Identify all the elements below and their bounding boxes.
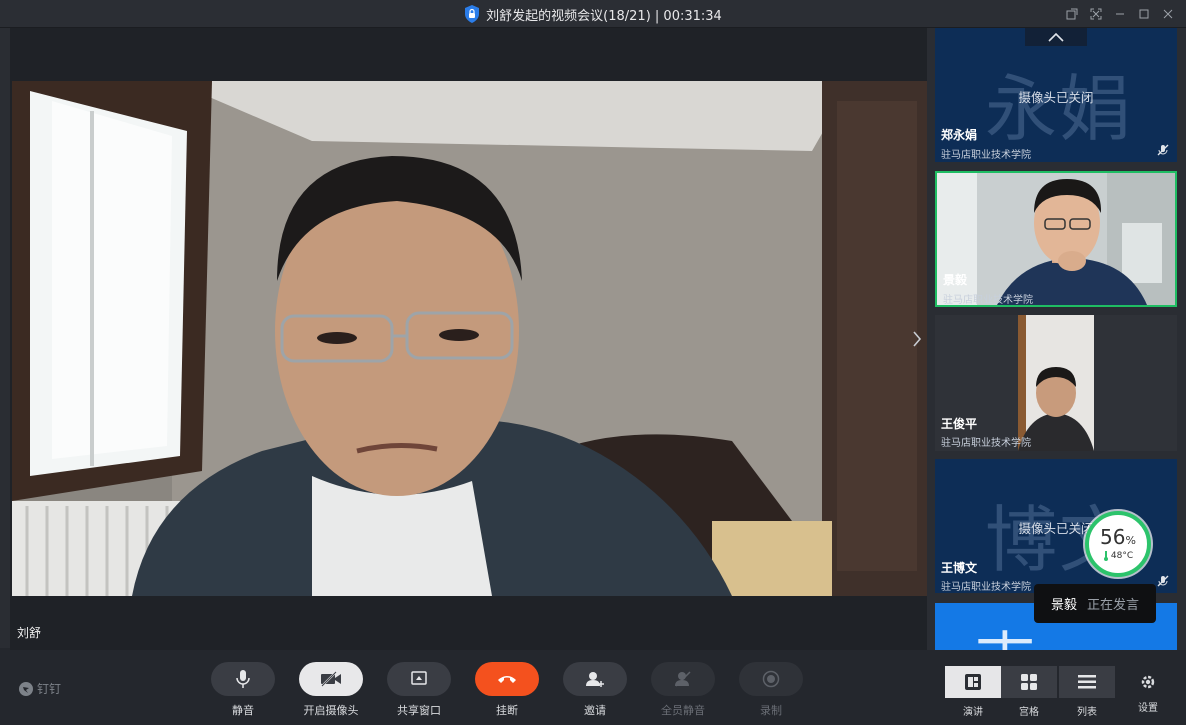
grid-view-label: 宫格 [1019, 707, 1039, 718]
close-icon [1163, 9, 1173, 19]
mute-label: 静音 [232, 704, 254, 717]
title-bar: 刘舒发起的视频会议(18/21) | 00:31:34 [0, 0, 1186, 28]
speaker-view-box[interactable] [945, 666, 1001, 698]
share-window-button[interactable]: 共享窗口 [387, 662, 451, 718]
window-controls [1062, 4, 1178, 24]
participant-org: 驻马店职业技术学院 [941, 582, 1031, 593]
main-video-feed[interactable] [12, 81, 927, 596]
minimize-button[interactable] [1110, 4, 1130, 24]
mute-all-pill[interactable] [651, 662, 715, 696]
speaker-view-button[interactable]: 演讲 [945, 666, 1001, 718]
window-title: 刘舒发起的视频会议(18/21) | 00:31:34 [486, 8, 722, 24]
cpu-percent: 56% [1100, 525, 1136, 549]
share-screen-icon [411, 671, 427, 685]
grid-layout-icon [1021, 674, 1037, 690]
brand-logo: 钉钉 [19, 680, 61, 697]
speaking-status: 正在发言 [1087, 598, 1140, 613]
main-video-area: 刘舒 [10, 28, 927, 650]
invite-label: 邀请 [584, 704, 606, 717]
list-icon [1078, 675, 1096, 689]
popout-icon [1066, 8, 1078, 20]
fullscreen-button[interactable] [1086, 4, 1106, 24]
avatar-text-partial: 志 [975, 631, 1035, 650]
participant-name: 王博文 [941, 561, 978, 575]
speaker-video-image [12, 81, 927, 596]
participant-org: 驻马店职业技术学院 [943, 295, 1033, 306]
record-icon [762, 670, 780, 688]
camera-pill[interactable] [299, 662, 363, 696]
grid-view-button[interactable]: 宫格 [1001, 666, 1057, 718]
participant-tile[interactable]: 永娟 摄像头已关闭 郑永娟 驻马店职业技术学院 [935, 28, 1177, 162]
left-edge-strip [0, 28, 10, 648]
participant-name: 郑永娟 [941, 128, 978, 142]
close-button[interactable] [1158, 4, 1178, 24]
add-person-icon [586, 672, 604, 687]
chevron-up-icon [1048, 32, 1064, 42]
lock-icon [465, 5, 480, 23]
bottom-toolbar: 钉钉 静音 开启摄像头 共享窗口 挂断 邀请 全员静音 录制 演讲 宫格 列表 … [0, 650, 1186, 725]
settings-button[interactable]: 设置 [1130, 674, 1166, 714]
maximize-button[interactable] [1134, 4, 1154, 24]
main-participant-name: 刘舒 [17, 626, 42, 640]
grid-view-box[interactable] [1001, 666, 1057, 698]
video-meeting-window: 刘舒发起的视频会议(18/21) | 00:31:34 刘舒 永娟 摄像头已关闭… [0, 0, 1186, 725]
record-button[interactable]: 录制 [739, 662, 803, 718]
camera-off-icon [321, 671, 341, 687]
participant-tile-active[interactable]: 景毅 驻马店职业技术学院 [935, 171, 1177, 307]
participant-name: 王俊平 [941, 417, 978, 431]
participant-tile[interactable]: 王俊平 驻马店职业技术学院 [935, 315, 1177, 451]
brand-name: 钉钉 [37, 682, 62, 696]
camera-button[interactable]: 开启摄像头 [299, 662, 363, 718]
participant-video-image [1018, 315, 1094, 451]
fullscreen-icon [1090, 8, 1102, 20]
participant-org: 驻马店职业技术学院 [941, 150, 1031, 161]
speaking-indicator: 景毅 正在发言 [1034, 584, 1156, 623]
mic-muted-icon [1157, 144, 1169, 156]
participant-name: 景毅 [943, 273, 968, 287]
list-view-button[interactable]: 列表 [1059, 666, 1115, 718]
invite-pill[interactable] [563, 662, 627, 696]
mute-all-button[interactable]: 全员静音 [651, 662, 715, 718]
mute-all-icon [675, 671, 691, 687]
settings-label: 设置 [1138, 703, 1158, 714]
hangup-button[interactable]: 挂断 [475, 662, 539, 718]
mute-button[interactable]: 静音 [211, 662, 275, 718]
speaker-name: 景毅 [1050, 598, 1077, 613]
record-pill[interactable] [739, 662, 803, 696]
mic-muted-icon [1157, 575, 1169, 587]
temperature: 48°C [1103, 551, 1133, 561]
list-view-label: 列表 [1077, 707, 1097, 718]
hangup-phone-icon [498, 676, 516, 683]
speaker-view-label: 演讲 [963, 707, 983, 718]
chevron-right-icon [913, 331, 922, 347]
minimize-icon [1116, 13, 1124, 15]
cpu-monitor-widget[interactable]: 56% 48°C [1085, 511, 1151, 577]
gear-icon [1141, 675, 1155, 689]
speaker-layout-icon [965, 674, 981, 690]
next-page-button[interactable] [907, 326, 927, 352]
maximize-icon [1139, 9, 1149, 19]
invite-button[interactable]: 邀请 [563, 662, 627, 718]
share-pill[interactable] [387, 662, 451, 696]
mute-pill[interactable] [211, 662, 275, 696]
microphone-icon [236, 670, 250, 688]
participant-org: 驻马店职业技术学院 [941, 438, 1031, 449]
camera-label: 开启摄像头 [303, 704, 359, 717]
scroll-up-button[interactable] [1025, 28, 1087, 46]
record-label: 录制 [760, 704, 782, 717]
camera-off-label: 摄像头已关闭 [1018, 90, 1094, 105]
title-area: 刘舒发起的视频会议(18/21) | 00:31:34 [0, 0, 1186, 28]
thermometer-icon [1103, 551, 1108, 561]
dingtalk-icon [19, 681, 33, 696]
hangup-label: 挂断 [496, 704, 518, 717]
share-label: 共享窗口 [397, 704, 441, 717]
list-view-box[interactable] [1059, 666, 1115, 698]
popout-button[interactable] [1062, 4, 1082, 24]
hangup-pill[interactable] [475, 662, 539, 696]
mute-all-label: 全员静音 [661, 704, 705, 717]
participant-video-image [937, 173, 1175, 305]
